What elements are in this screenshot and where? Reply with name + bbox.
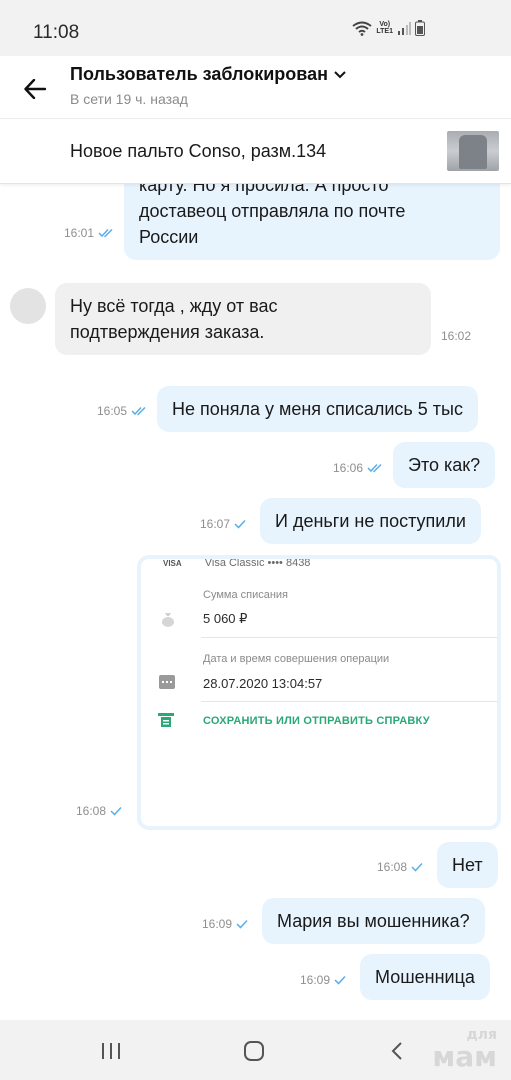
back-nav-button[interactable] bbox=[382, 1038, 412, 1064]
watermark-logo: для мам bbox=[432, 1027, 497, 1073]
message-bubble[interactable]: Мошенница bbox=[360, 954, 490, 1000]
datetime-value: 28.07.2020 13:04:57 bbox=[203, 676, 323, 691]
message-bubble[interactable]: Нет bbox=[437, 842, 498, 888]
receipt-card-row: VISA Visa Classic •••• 8438 bbox=[163, 559, 310, 569]
message-time: 16:09 bbox=[300, 973, 331, 987]
coat-image bbox=[459, 135, 487, 169]
message-line: карту. Но я просила. А просто bbox=[139, 184, 389, 195]
message-line: подтверждения заказа. bbox=[70, 322, 265, 342]
check-icon bbox=[334, 975, 346, 985]
product-name[interactable]: Новое пальто Conso, разм.134 bbox=[70, 141, 326, 162]
check-icon bbox=[411, 862, 423, 872]
document-icon bbox=[158, 713, 174, 727]
message-time: 16:02 bbox=[441, 329, 472, 343]
double-check-icon bbox=[131, 406, 146, 416]
chat-title-text: Пользователь заблокирован bbox=[70, 64, 329, 84]
message-meta: 16:07 bbox=[200, 517, 246, 531]
product-thumbnail[interactable] bbox=[447, 131, 499, 171]
status-time: 11:08 bbox=[33, 22, 80, 43]
message-meta: 16:08 bbox=[76, 804, 122, 818]
double-check-icon bbox=[367, 463, 382, 473]
signal-icon bbox=[398, 22, 411, 35]
message-line: Ну всё тогда , жду от вас bbox=[70, 296, 278, 316]
image-message[interactable]: VISA Visa Classic •••• 8438 Сумма списан… bbox=[137, 555, 501, 830]
message-time: 16:06 bbox=[333, 461, 364, 475]
battery-icon bbox=[415, 20, 425, 36]
message-bubble[interactable]: Не поняла у меня списались 5 тыс bbox=[157, 386, 478, 432]
message-meta: 16:06 bbox=[333, 461, 383, 475]
message-time: 16:07 bbox=[200, 517, 231, 531]
message-meta: 16:01 bbox=[64, 226, 114, 240]
message-bubble[interactable]: Это как? bbox=[393, 442, 496, 488]
back-button[interactable] bbox=[18, 72, 52, 106]
message-line: доставеоц отправляла по почте bbox=[139, 201, 406, 221]
arrow-left-icon bbox=[24, 79, 46, 99]
volte-indicator: Vo) LTE1 bbox=[376, 21, 393, 35]
status-icons: Vo) LTE1 bbox=[352, 20, 425, 36]
message-time: 16:09 bbox=[202, 917, 233, 931]
message-meta: 16:08 bbox=[377, 860, 423, 874]
message-time: 16:08 bbox=[377, 860, 408, 874]
money-bag-icon bbox=[162, 613, 174, 627]
chevron-down-icon bbox=[334, 70, 346, 78]
message-bubble[interactable]: И деньги не поступили bbox=[260, 498, 481, 544]
wifi-icon bbox=[352, 21, 373, 36]
chat-header: Пользователь заблокирован В сети 19 ч. н… bbox=[0, 56, 511, 118]
check-icon bbox=[234, 519, 246, 529]
recent-apps-button[interactable] bbox=[96, 1038, 126, 1064]
check-icon bbox=[236, 919, 248, 929]
message-time: 16:01 bbox=[64, 226, 95, 240]
avatar[interactable] bbox=[10, 288, 46, 324]
message-line: России bbox=[139, 227, 199, 247]
message-bubble[interactable]: Ну всё тогда , жду от вас подтверждения … bbox=[55, 283, 431, 355]
card-brand: VISA bbox=[163, 559, 182, 568]
system-nav-bar: для мам bbox=[0, 1020, 511, 1080]
message-meta: 16:09 bbox=[202, 917, 248, 931]
home-icon bbox=[244, 1041, 264, 1061]
divider bbox=[201, 701, 497, 702]
datetime-label: Дата и время совершения операции bbox=[203, 653, 390, 665]
message-bubble[interactable]: Мария вы мошенника? bbox=[262, 898, 485, 944]
message-time: 16:08 bbox=[76, 804, 107, 818]
message-meta: 16:05 bbox=[97, 404, 147, 418]
message-time: 16:05 bbox=[97, 404, 128, 418]
amount-label: Сумма списания bbox=[203, 589, 289, 601]
message-meta: 16:09 bbox=[300, 973, 346, 987]
double-check-icon bbox=[98, 228, 113, 238]
last-seen-status: В сети 19 ч. назад bbox=[70, 91, 188, 107]
chat-messages[interactable]: карту. Но я просила. А просто доставеоц … bbox=[0, 184, 511, 1020]
receipt-screenshot[interactable]: VISA Visa Classic •••• 8438 Сумма списан… bbox=[141, 559, 497, 826]
message-bubble[interactable]: карту. Но я просила. А просто доставеоц … bbox=[124, 184, 500, 260]
calendar-icon bbox=[159, 675, 175, 689]
card-name: Visa Classic •••• 8438 bbox=[204, 559, 311, 569]
chevron-left-icon bbox=[391, 1042, 402, 1060]
home-button[interactable] bbox=[239, 1038, 269, 1064]
recent-apps-icon bbox=[102, 1043, 120, 1059]
product-bar[interactable]: Новое пальто Conso, разм.134 bbox=[0, 118, 511, 184]
divider bbox=[201, 637, 497, 638]
chat-title[interactable]: Пользователь заблокирован bbox=[70, 64, 346, 85]
save-receipt-link[interactable]: СОХРАНИТЬ ИЛИ ОТПРАВИТЬ СПРАВКУ bbox=[203, 715, 430, 727]
amount-value: 5 060 ₽ bbox=[203, 611, 248, 626]
status-bar: 11:08 Vo) LTE1 bbox=[0, 0, 511, 56]
check-icon bbox=[110, 806, 122, 816]
